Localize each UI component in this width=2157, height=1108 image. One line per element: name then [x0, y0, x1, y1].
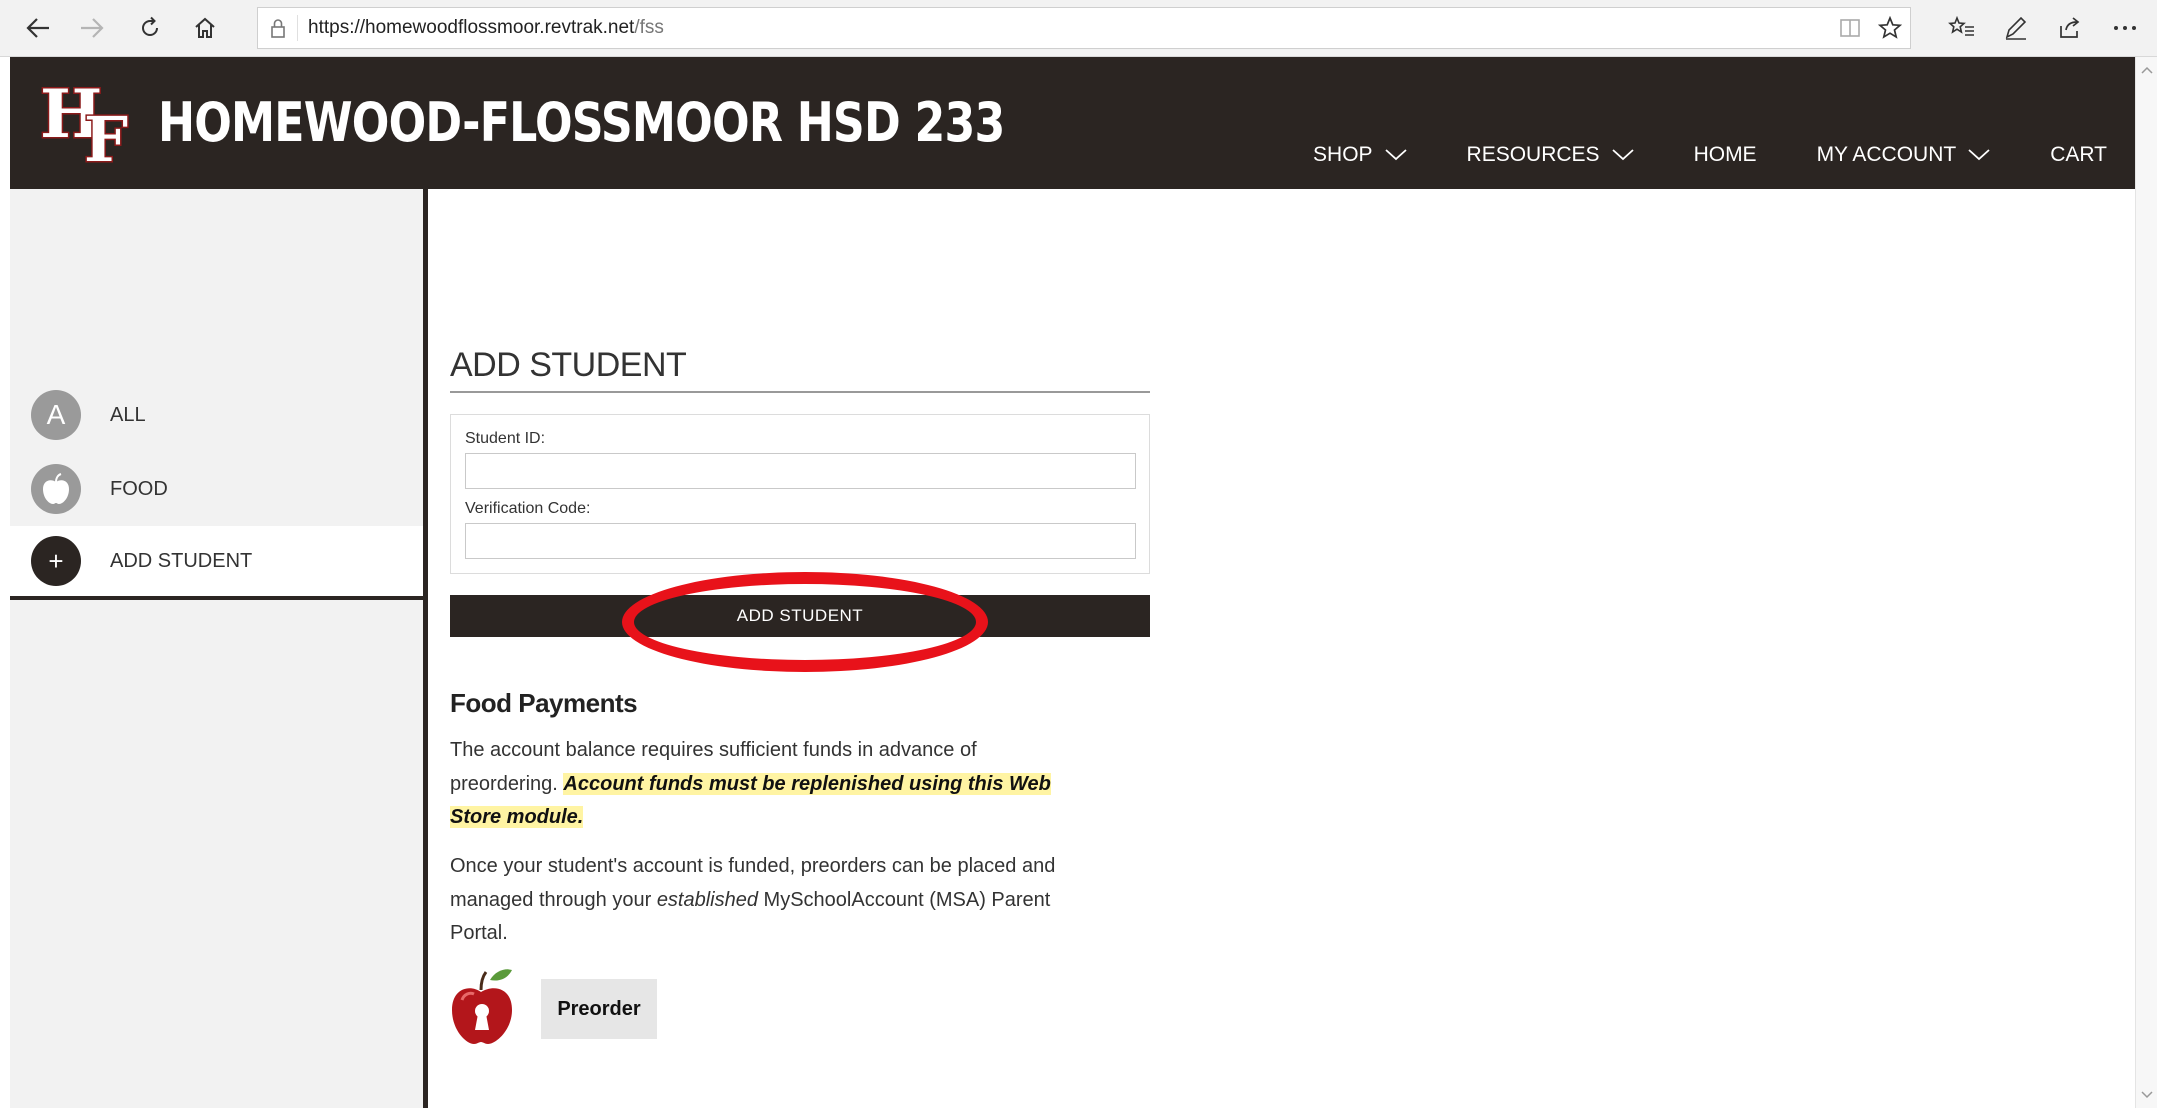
share-icon[interactable]	[2050, 10, 2090, 46]
apple-keyhole-logo-icon[interactable]	[450, 964, 514, 1046]
url-text: https://homewoodflossmoor.revtrak.net/fs…	[298, 17, 664, 39]
verification-code-label: Verification Code:	[465, 500, 591, 517]
food-payments-heading: Food Payments	[450, 688, 638, 718]
add-student-button[interactable]: ADD STUDENT	[450, 595, 1150, 637]
letter-a-glyph: A	[46, 399, 66, 430]
browser-toolbar: https://homewoodflossmoor.revtrak.net/fs…	[0, 0, 2157, 57]
scroll-up-arrow-icon[interactable]	[2136, 59, 2157, 81]
nav-cart[interactable]: CART	[2050, 143, 2107, 167]
preorder-button[interactable]: Preorder	[541, 979, 657, 1039]
apple-icon	[31, 464, 81, 514]
letter-a-icon: A	[31, 390, 81, 440]
student-id-label: Student ID:	[465, 430, 546, 447]
chevron-down-icon	[1384, 149, 1407, 161]
site-header: H F HOMEWOOD-FLOSSMOOR HSD 233 SHOP RESO…	[10, 57, 2135, 189]
pen-icon[interactable]	[1996, 10, 2036, 46]
nav-resources[interactable]: RESOURCES	[1467, 143, 1634, 167]
para2-emphasis: established	[656, 888, 758, 911]
verification-code-input[interactable]	[465, 523, 1136, 559]
refresh-icon[interactable]	[130, 10, 170, 46]
nav-shop[interactable]: SHOP	[1313, 143, 1407, 167]
sidebar-item-label: ALL	[110, 403, 146, 426]
nav-shop-label: SHOP	[1313, 143, 1373, 166]
add-student-form: Student ID: Verification Code:	[450, 414, 1150, 574]
chevron-down-icon	[1968, 149, 1990, 161]
main-content: ADD STUDENT Student ID: Verification Cod…	[450, 189, 2150, 1108]
address-bar[interactable]: https://homewoodflossmoor.revtrak.net/fs…	[257, 7, 1911, 49]
sidebar-item-label: ADD STUDENT	[110, 549, 253, 572]
sidebar-item-add-student[interactable]: + ADD STUDENT	[10, 526, 423, 600]
url-host: https://homewoodflossmoor.revtrak.net	[308, 17, 635, 38]
main-nav: SHOP RESOURCES HOME MY ACCOUNT CART	[1313, 135, 2135, 175]
site-title[interactable]: HOMEWOOD-FLOSSMOOR HSD 233	[158, 91, 1005, 154]
nav-my-account[interactable]: MY ACCOUNT	[1817, 143, 1991, 167]
sidebar-item-food[interactable]: FOOD	[10, 452, 423, 526]
page-title: ADD STUDENT	[450, 346, 1150, 393]
food-payments-paragraph-2: Once your student's account is funded, p…	[450, 850, 1090, 951]
more-options-icon[interactable]	[2108, 10, 2142, 46]
chevron-down-icon	[1611, 149, 1634, 161]
nav-cart-label: CART	[2050, 143, 2107, 166]
plus-glyph: +	[48, 545, 64, 576]
food-payments-paragraph-1: The account balance requires sufficient …	[450, 734, 1090, 835]
nav-home[interactable]: HOME	[1694, 143, 1757, 167]
page-scrollbar[interactable]	[2135, 57, 2157, 1108]
hf-logo[interactable]: H F	[38, 74, 152, 178]
svg-text:F: F	[84, 103, 128, 165]
reading-view-icon[interactable]	[1828, 8, 1872, 48]
sidebar-item-all[interactable]: A ALL	[10, 378, 423, 452]
category-sidebar: A ALL FOOD + ADD STUDENT	[10, 189, 428, 1108]
home-icon[interactable]	[185, 10, 225, 46]
favorites-list-icon[interactable]	[1942, 10, 1982, 46]
favorite-star-icon[interactable]	[1868, 8, 1912, 48]
nav-my-account-label: MY ACCOUNT	[1816, 143, 1957, 166]
plus-icon: +	[31, 536, 81, 586]
scroll-down-arrow-icon[interactable]	[2136, 1084, 2157, 1106]
student-id-input[interactable]	[465, 453, 1136, 489]
url-path: /fss	[634, 17, 664, 38]
forward-arrow-icon[interactable]	[72, 10, 112, 46]
sidebar-item-label: FOOD	[110, 477, 168, 500]
back-arrow-icon[interactable]	[18, 10, 58, 46]
nav-resources-label: RESOURCES	[1466, 143, 1600, 166]
lock-icon	[258, 15, 298, 41]
nav-home-label: HOME	[1693, 143, 1757, 166]
